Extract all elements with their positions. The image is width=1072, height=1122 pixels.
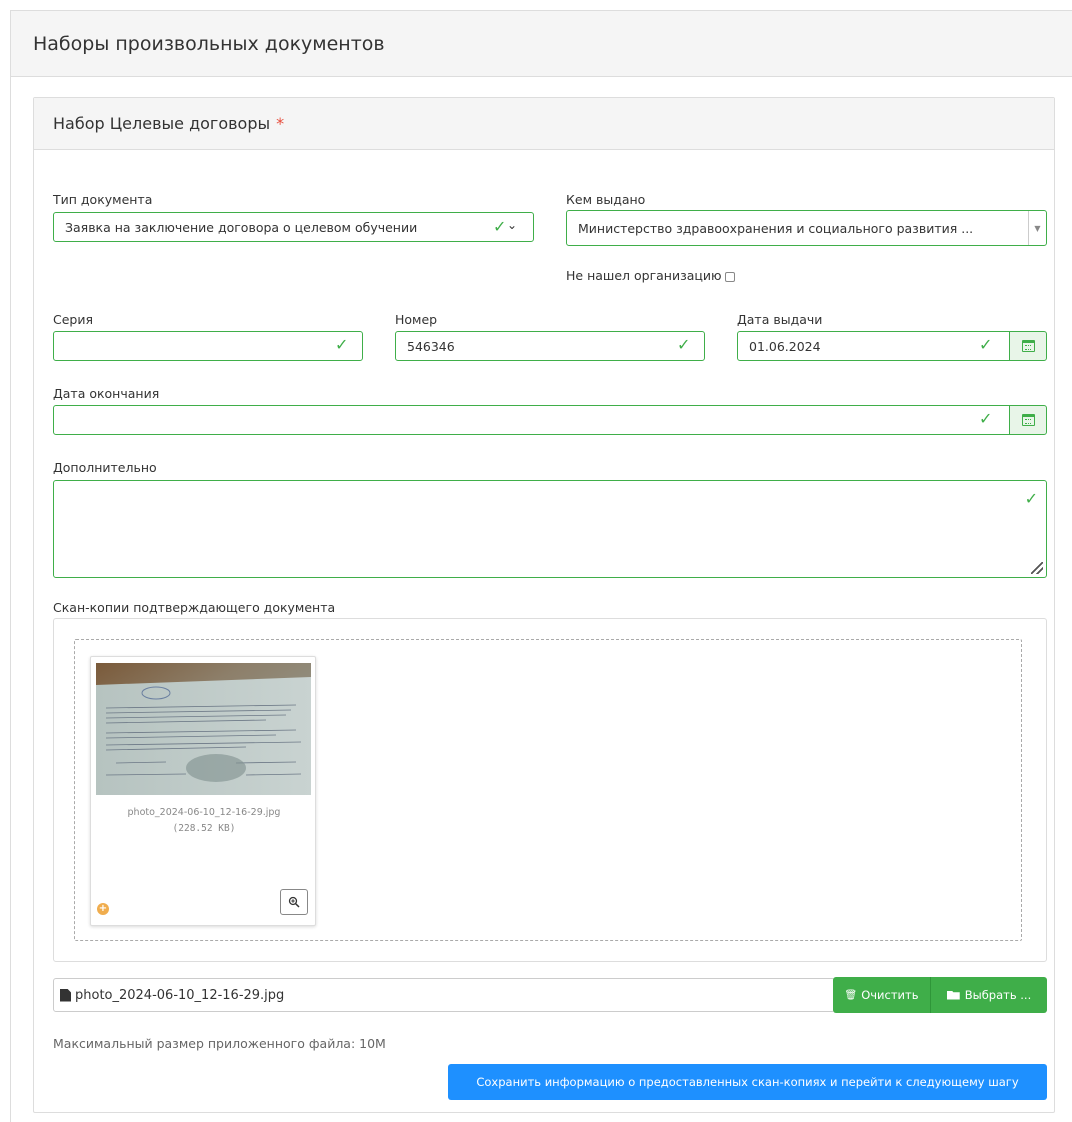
end-date-valid-icon: ✓ — [979, 409, 993, 428]
thumbnail-file-name: photo_2024-06-10_12-16-29.jpg — [127, 807, 281, 818]
doc-type-label: Тип документа — [53, 192, 153, 207]
doc-type-value: Заявка на заключение договора о целевом … — [65, 219, 418, 235]
end-date-label: Дата окончания — [53, 386, 160, 401]
selected-file-caption: photo_2024-06-10_12-16-29.jpg — [53, 978, 835, 1012]
caret-down-icon[interactable]: ▼ — [1028, 211, 1046, 245]
max-size-note: Максимальный размер приложенного файла: … — [53, 1036, 386, 1051]
file-preview-area: photo_2024-06-10_12-16-29.jpg (228.52 KB… — [53, 618, 1047, 962]
clear-button[interactable]: 🗑 Очистить — [833, 977, 931, 1013]
file-thumbnail: photo_2024-06-10_12-16-29.jpg (228.52 KB… — [90, 656, 316, 926]
series-input[interactable] — [53, 331, 363, 361]
issue-date-input[interactable]: 01.06.2024 — [737, 331, 1011, 361]
calendar-icon — [1021, 340, 1035, 352]
save-and-next-button[interactable]: Сохранить информацию о предоставленных с… — [448, 1064, 1047, 1100]
number-valid-icon: ✓ — [677, 335, 691, 354]
series-valid-icon: ✓ — [335, 335, 349, 354]
not-found-org: Не нашел организацию — [566, 268, 735, 283]
panel-header: Наборы произвольных документов — [11, 11, 1072, 77]
selected-file-name: photo_2024-06-10_12-16-29.jpg — [75, 987, 285, 1003]
document-set-panel: Набор Целевые договоры * Тип документа З… — [33, 97, 1055, 1113]
document-photo — [96, 663, 311, 795]
number-input[interactable]: 546346 — [395, 331, 705, 361]
additional-textarea[interactable]: ✓ — [53, 480, 1047, 578]
zoom-in-icon — [288, 896, 300, 908]
clear-button-label: Очистить — [861, 988, 919, 1002]
issue-date-calendar-button[interactable] — [1009, 331, 1047, 361]
browse-button[interactable]: Выбрать ... — [931, 977, 1047, 1013]
not-found-org-label: Не нашел организацию — [566, 268, 722, 283]
calendar-icon — [1021, 414, 1035, 426]
thumbnail-file-size: (228.52 KB) — [172, 823, 236, 834]
zoom-button[interactable] — [280, 889, 308, 915]
issued-by-label: Кем выдано — [566, 192, 646, 207]
document-set-header: Набор Целевые договоры * — [34, 98, 1054, 150]
issued-by-select[interactable]: Министерство здравоохранения и социально… — [566, 210, 1047, 246]
end-date-input[interactable] — [53, 405, 1011, 435]
number-label: Номер — [395, 312, 438, 327]
page-title: Наборы произвольных документов — [33, 32, 385, 55]
folder-open-icon — [946, 990, 960, 1000]
documents-panel: Наборы произвольных документов Набор Цел… — [10, 10, 1072, 1122]
end-date-calendar-button[interactable] — [1009, 405, 1047, 435]
additional-label: Дополнительно — [53, 460, 157, 475]
trash-icon: 🗑 — [844, 989, 858, 1001]
additional-valid-icon: ✓ — [1024, 489, 1038, 508]
issued-by-value: Министерство здравоохранения и социально… — [578, 220, 974, 236]
chevron-down-icon[interactable]: ⌄ — [507, 218, 517, 232]
browse-button-label: Выбрать ... — [964, 988, 1032, 1002]
issue-date-label: Дата выдачи — [737, 312, 823, 327]
upload-status-icon: + — [97, 903, 109, 915]
series-label: Серия — [53, 312, 93, 327]
required-mark: * — [276, 114, 285, 133]
issue-date-valid-icon: ✓ — [979, 335, 993, 354]
resize-handle-icon[interactable] — [1031, 562, 1043, 574]
doc-type-select[interactable]: Заявка на заключение договора о целевом … — [53, 212, 534, 242]
doc-type-valid-icon: ✓ — [493, 217, 507, 236]
scan-copies-label: Скан-копии подтверждающего документа — [53, 600, 336, 615]
file-icon — [60, 988, 71, 1002]
not-found-org-checkbox[interactable] — [724, 271, 735, 282]
dropzone[interactable]: photo_2024-06-10_12-16-29.jpg (228.52 KB… — [74, 639, 1022, 941]
document-set-title: Набор Целевые договоры — [53, 114, 271, 133]
